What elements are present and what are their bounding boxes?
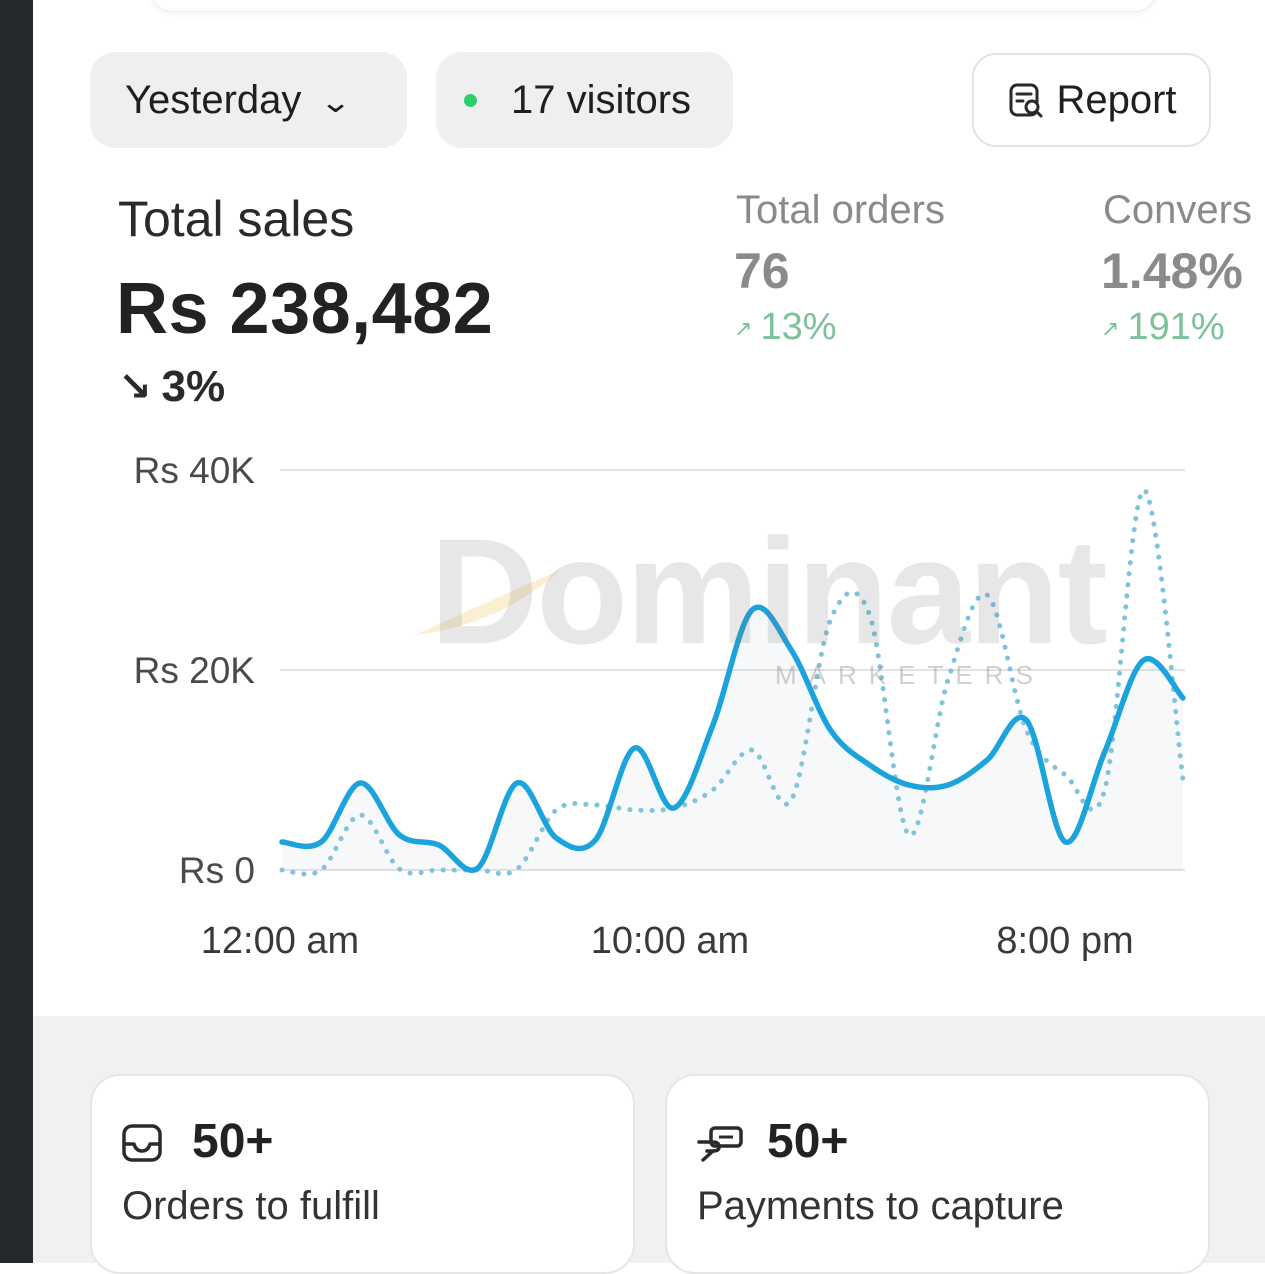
date-filter-button[interactable]: Yesterday ⌄ <box>90 52 407 148</box>
conversion-change: ↗ 191% <box>1101 306 1225 349</box>
report-label: Report <box>1056 77 1177 122</box>
total-orders-change: ↗ 13% <box>734 306 837 349</box>
total-orders-value: 76 <box>734 243 790 299</box>
hand-cash-icon <box>697 1126 743 1162</box>
visitors-label: 17 visitors <box>511 77 692 122</box>
x-tick-label: 8:00 pm <box>996 920 1134 962</box>
report-button[interactable]: Report <box>972 53 1211 147</box>
total-orders-change-value: 13% <box>760 306 837 348</box>
total-orders-label: Total orders <box>736 188 945 232</box>
payments-to-capture-count: 50+ <box>767 1115 849 1168</box>
orders-to-fulfill-label: Orders to fulfill <box>122 1184 380 1228</box>
live-dot-icon <box>464 93 477 107</box>
arrow-down-right-icon: ↘ <box>118 365 152 409</box>
x-tick-label: 10:00 am <box>590 920 750 962</box>
conversion-value: 1.48% <box>1101 243 1243 299</box>
chevron-down-icon: ⌄ <box>319 85 353 119</box>
orders-to-fulfill-card[interactable]: 50+ Orders to fulfill <box>90 1074 635 1274</box>
x-tick-label: 12:00 am <box>200 920 360 962</box>
arrow-up-right-icon: ↗ <box>1101 315 1120 341</box>
series-area <box>282 607 1183 871</box>
orders-to-fulfill-count: 50+ <box>192 1115 274 1168</box>
inbox-icon <box>122 1124 162 1162</box>
total-sales-label: Total sales <box>118 191 355 247</box>
total-sales-change-value: 3% <box>161 362 226 411</box>
y-tick-label: Rs 20K <box>133 650 255 691</box>
total-sales-value: Rs 238,482 <box>116 269 494 349</box>
date-filter-label: Yesterday <box>125 77 302 122</box>
y-tick-label: Rs 0 <box>178 850 255 891</box>
arrow-up-right-icon: ↗ <box>734 315 753 341</box>
sales-chart-svg <box>279 469 1186 877</box>
top-card-edge <box>150 0 1157 12</box>
conversion-label: Convers <box>1103 188 1252 232</box>
visitors-button[interactable]: 17 visitors <box>436 52 733 148</box>
report-search-icon <box>1009 83 1043 118</box>
y-tick-label: Rs 40K <box>133 450 255 491</box>
payments-to-capture-card[interactable]: 50+ Payments to capture <box>665 1074 1210 1274</box>
sales-chart: Rs 40K Rs 20K Rs 0 12:00 am 10:00 am 8:0… <box>0 430 1265 990</box>
payments-to-capture-label: Payments to capture <box>697 1184 1064 1228</box>
total-sales-change: ↘ 3% <box>118 362 225 412</box>
conversion-change-value: 191% <box>1127 306 1225 348</box>
